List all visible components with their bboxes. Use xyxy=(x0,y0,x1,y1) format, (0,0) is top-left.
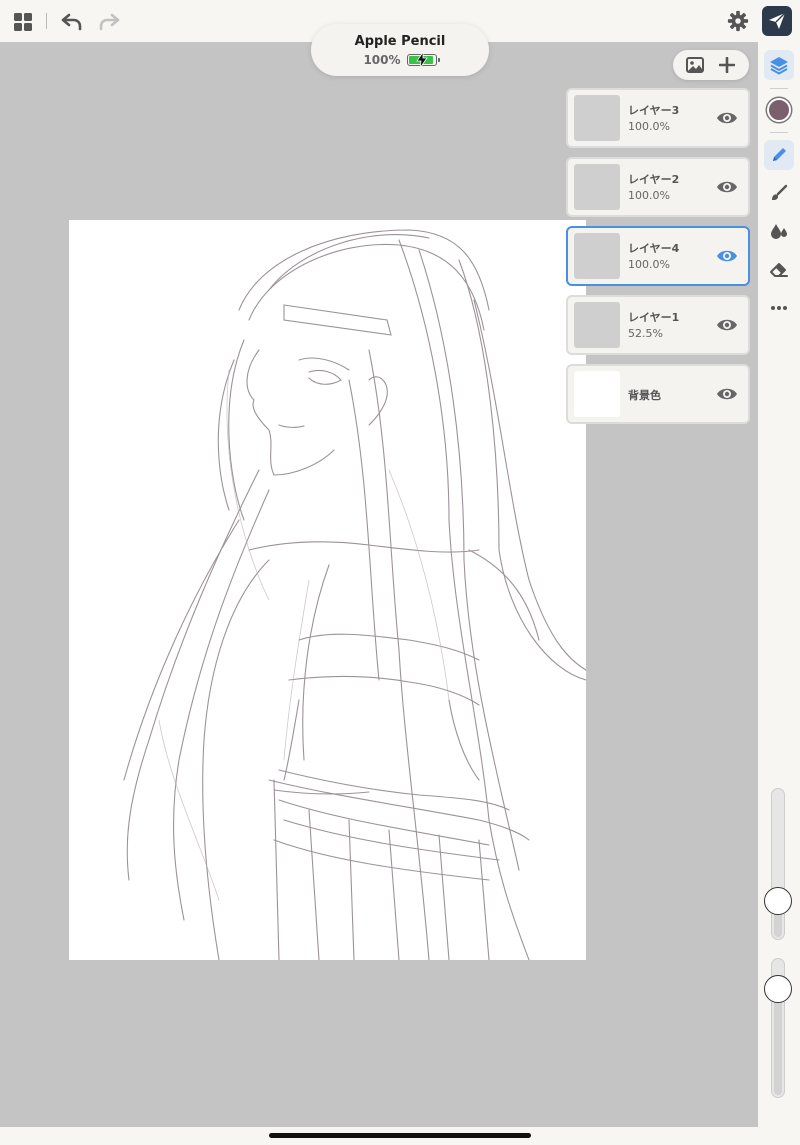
drawing-canvas[interactable] xyxy=(69,220,586,960)
layer-opacity: 100.0% xyxy=(628,258,670,271)
layers-button[interactable] xyxy=(764,50,794,80)
layer-opacity: 100.0% xyxy=(628,189,670,202)
brush-opacity-fill xyxy=(774,989,782,1095)
eraser-tool-button[interactable] xyxy=(764,254,794,284)
more-options-button[interactable] xyxy=(764,293,794,323)
eye-icon[interactable] xyxy=(716,385,738,403)
color-picker-button[interactable] xyxy=(764,95,794,125)
toolbar-divider xyxy=(46,13,47,29)
layer-thumbnail xyxy=(574,95,620,141)
sketch-artwork xyxy=(123,229,586,960)
tool-divider xyxy=(770,132,788,133)
layer-item[interactable]: レイヤー1 52.5% xyxy=(566,295,750,355)
eye-icon[interactable] xyxy=(716,316,738,334)
pencil-name: Apple Pencil xyxy=(354,34,446,49)
layer-item[interactable]: レイヤー2 100.0% xyxy=(566,157,750,217)
undo-icon[interactable] xyxy=(60,11,84,33)
battery-icon xyxy=(406,52,440,68)
layer-name: レイヤー2 xyxy=(628,173,680,186)
redo-icon[interactable] xyxy=(97,11,121,33)
pencil-icon xyxy=(773,148,786,161)
layer-name: レイヤー4 xyxy=(628,242,680,255)
import-image-icon[interactable] xyxy=(684,54,706,76)
drops-icon xyxy=(771,224,787,239)
layer-item-background[interactable]: 背景色 xyxy=(566,364,750,424)
home-indicator[interactable] xyxy=(269,1133,531,1138)
send-button[interactable] xyxy=(762,6,792,36)
paper-plane-icon xyxy=(769,12,786,29)
brush-tool-button[interactable] xyxy=(764,178,794,208)
layers-icon xyxy=(770,57,788,75)
eye-icon[interactable] xyxy=(716,109,738,127)
color-swatch xyxy=(767,98,791,122)
layer-item[interactable]: レイヤー3 100.0% xyxy=(566,88,750,148)
blend-tool-button[interactable] xyxy=(764,216,794,246)
layer-thumbnail xyxy=(574,233,620,279)
eye-icon[interactable] xyxy=(716,178,738,196)
eraser-icon xyxy=(770,263,788,277)
pencil-tool-button[interactable] xyxy=(764,140,794,170)
gear-icon[interactable] xyxy=(726,9,750,33)
layer-thumbnail xyxy=(574,371,620,417)
layer-name: レイヤー1 xyxy=(628,311,680,324)
layer-opacity: 52.5% xyxy=(628,327,663,340)
layer-name: レイヤー3 xyxy=(628,104,680,117)
brush-size-slider[interactable] xyxy=(771,788,785,940)
gallery-grid-icon[interactable] xyxy=(12,11,34,33)
layer-item-active[interactable]: レイヤー4 100.0% xyxy=(566,226,750,286)
brush-opacity-handle[interactable] xyxy=(764,974,792,1003)
brush-icon xyxy=(772,184,788,201)
tool-divider xyxy=(770,88,788,89)
pencil-battery-percent: 100% xyxy=(363,53,401,67)
brush-size-handle[interactable] xyxy=(764,887,792,916)
eye-icon[interactable] xyxy=(716,247,738,265)
add-layer-icon[interactable] xyxy=(716,54,738,76)
charging-bolt-icon xyxy=(415,52,428,68)
layer-thumbnail xyxy=(574,302,620,348)
battery-tip xyxy=(437,58,440,62)
layer-thumbnail xyxy=(574,164,620,210)
more-icon xyxy=(771,306,787,310)
pencil-status-popup: Apple Pencil 100% xyxy=(311,24,489,76)
layer-opacity: 100.0% xyxy=(628,120,670,133)
pencil-battery-row: 100% xyxy=(311,52,489,68)
layer-name: 背景色 xyxy=(628,389,661,402)
layer-panel-header xyxy=(673,50,749,80)
